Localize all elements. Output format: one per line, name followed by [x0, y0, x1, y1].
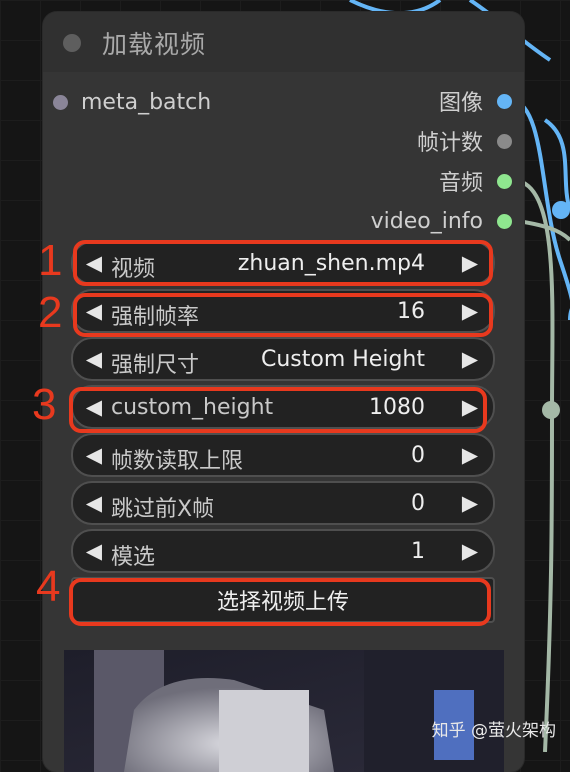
decrement-arrow-icon[interactable]: ◀ [81, 243, 107, 283]
increment-arrow-icon[interactable]: ▶ [457, 291, 483, 331]
annotation-number-2: 2 [38, 288, 63, 337]
node-title: 加载视频 [102, 30, 207, 59]
output-label: 图像 [438, 91, 483, 116]
annotation-number-1: 1 [38, 236, 63, 285]
widget-skip-first-frames[interactable]: ◀ 跳过前X帧 0 ▶ [71, 481, 495, 525]
widget-label: 模选 [111, 545, 156, 570]
decrement-arrow-icon[interactable]: ◀ [81, 531, 107, 571]
output-slot-image[interactable]: 图像 [438, 87, 512, 116]
widget-video[interactable]: ◀ 视频 zhuan_shen.mp4 ▶ [71, 241, 495, 285]
output-slot-audio[interactable]: 音频 [438, 167, 512, 196]
widget-value[interactable]: 0 [411, 491, 425, 516]
output-label: video_info [370, 208, 483, 234]
output-label: 音频 [438, 171, 483, 196]
widget-value[interactable]: 1080 [369, 395, 425, 420]
widget-force-size[interactable]: ◀ 强制尺寸 Custom Height ▶ [71, 337, 495, 381]
widget-label: custom_height [111, 395, 274, 420]
widget-frame-load-cap[interactable]: ◀ 帧数读取上限 0 ▶ [71, 433, 495, 477]
increment-arrow-icon[interactable]: ▶ [457, 387, 483, 427]
widget-value[interactable]: 1 [411, 539, 425, 564]
output-connector-dot[interactable] [497, 93, 512, 109]
annotation-number-4: 4 [36, 562, 61, 611]
increment-arrow-icon[interactable]: ▶ [457, 339, 483, 379]
video-frame-thumbnail [64, 650, 504, 772]
load-video-node[interactable]: 加载视频 meta_batch 图像 帧计数 音频 video_info ◀ 视… [43, 12, 524, 772]
widget-value[interactable]: 16 [397, 299, 425, 324]
widget-label: 跳过前X帧 [111, 497, 215, 522]
widget-label: 强制帧率 [111, 305, 200, 330]
increment-arrow-icon[interactable]: ▶ [457, 243, 483, 283]
increment-arrow-icon[interactable]: ▶ [457, 531, 483, 571]
node-header[interactable]: 加载视频 [43, 12, 524, 72]
input-label: meta_batch [81, 89, 212, 115]
output-slot-frame-count[interactable]: 帧计数 [416, 127, 512, 156]
node-collapse-dot[interactable] [63, 34, 81, 52]
widget-value[interactable]: 0 [411, 443, 425, 468]
decrement-arrow-icon[interactable]: ◀ [81, 435, 107, 475]
output-connector-dot[interactable] [497, 173, 512, 189]
widget-select-every-nth[interactable]: ◀ 模选 1 ▶ [71, 529, 495, 573]
video-preview [64, 650, 504, 772]
decrement-arrow-icon[interactable]: ◀ [81, 339, 107, 379]
increment-arrow-icon[interactable]: ▶ [457, 483, 483, 523]
annotation-number-3: 3 [32, 380, 57, 429]
watermark: 知乎 @萤火架构 [431, 721, 556, 741]
output-slot-video-info[interactable]: video_info [371, 207, 512, 235]
decrement-arrow-icon[interactable]: ◀ [81, 387, 107, 427]
widget-force-rate[interactable]: ◀ 强制帧率 16 ▶ [71, 289, 495, 333]
widget-custom-height[interactable]: ◀ custom_height 1080 ▶ [71, 385, 495, 429]
output-connector-dot[interactable] [497, 213, 512, 229]
decrement-arrow-icon[interactable]: ◀ [81, 483, 107, 523]
widget-label: 视频 [111, 257, 156, 282]
widget-label: 强制尺寸 [111, 353, 200, 378]
decrement-arrow-icon[interactable]: ◀ [81, 291, 107, 331]
widget-value[interactable]: zhuan_shen.mp4 [238, 251, 425, 276]
output-connector-dot[interactable] [497, 133, 512, 149]
widget-value[interactable]: Custom Height [261, 347, 425, 372]
input-connector-dot[interactable] [53, 94, 68, 110]
increment-arrow-icon[interactable]: ▶ [457, 435, 483, 475]
output-label: 帧计数 [416, 131, 483, 156]
input-slot-meta-batch[interactable]: meta_batch [53, 89, 212, 115]
widget-label: 帧数读取上限 [111, 449, 244, 474]
choose-video-upload-button[interactable]: 选择视频上传 [71, 577, 495, 623]
